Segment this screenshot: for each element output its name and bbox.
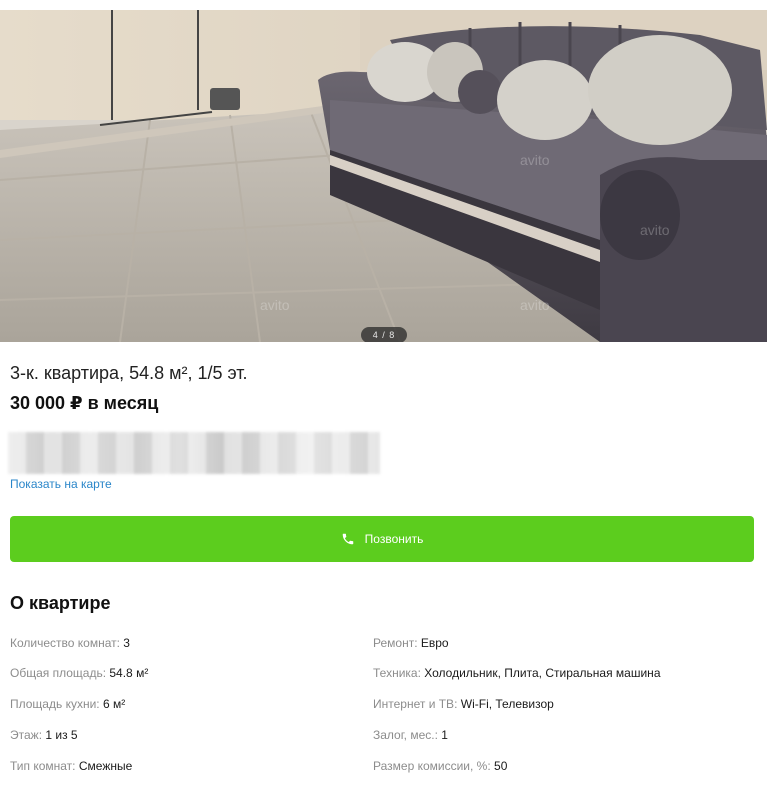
show-on-map-link[interactable]: Показать на карте	[10, 477, 112, 491]
param-floor: Этаж: 1 из 5	[10, 728, 78, 742]
listing-title: 3-к. квартира, 54.8 м², 1/5 эт.	[10, 363, 248, 383]
svg-text:avito: avito	[640, 222, 670, 238]
listing-photo[interactable]: avito avito avito avito 4 / 8	[0, 10, 767, 342]
svg-text:avito: avito	[520, 152, 550, 168]
param-appliances: Техника: Холодильник, Плита, Стиральная …	[373, 666, 661, 680]
address-blurred	[8, 432, 380, 474]
call-button-label: Позвонить	[364, 532, 424, 546]
param-internet-tv: Интернет и ТВ: Wi-Fi, Телевизор	[373, 697, 554, 711]
call-button[interactable]: Позвонить	[10, 516, 754, 562]
photo-counter: 4 / 8	[361, 327, 407, 342]
about-section-title: О квартире	[10, 593, 111, 613]
param-rooms: Количество комнат: 3	[10, 636, 130, 650]
svg-text:avito: avito	[520, 297, 550, 313]
param-renovation: Ремонт: Евро	[373, 636, 449, 650]
param-room-type: Тип комнат: Смежные	[10, 759, 133, 773]
listing-price: 30 000 ₽ в месяц	[10, 393, 159, 413]
svg-text:avito: avito	[260, 297, 290, 313]
param-total-area: Общая площадь: 54.8 м²	[10, 666, 149, 680]
param-commission: Размер комиссии, %: 50	[373, 759, 508, 773]
param-kitchen-area: Площадь кухни: 6 м²	[10, 697, 126, 711]
phone-icon	[341, 532, 355, 546]
param-deposit: Залог, мес.: 1	[373, 728, 448, 742]
photo-illustration: avito avito avito avito	[0, 10, 767, 342]
